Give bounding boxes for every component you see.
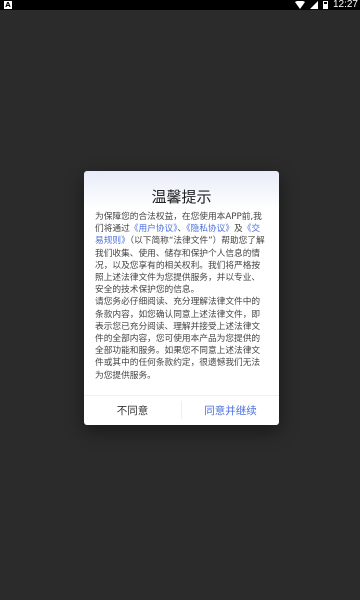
status-time: 12:27 xyxy=(332,0,358,10)
privacy-dialog: 温馨提示 为保障您的合法权益，在您使用本APP前,我们将通过《用户协议》、《隐私… xyxy=(84,171,279,425)
wifi-icon xyxy=(294,1,305,9)
dialog-title: 温馨提示 xyxy=(151,188,212,206)
battery-icon xyxy=(322,1,328,9)
dialog-paragraph-2: 请您务必仔细阅读、充分理解法律文件中的条款内容，如您确认同意上述法律文件，即表示… xyxy=(95,297,261,381)
dialog-text: 及 xyxy=(234,224,243,235)
status-bar: A 12:27 xyxy=(0,0,360,10)
user-agreement-link[interactable]: 《用户协议》 xyxy=(130,224,178,234)
agree-continue-button[interactable]: 同意并继续 xyxy=(182,395,279,425)
signal-icon xyxy=(309,1,318,9)
disagree-button[interactable]: 不同意 xyxy=(84,395,181,425)
status-bar-right: 12:27 xyxy=(294,0,358,10)
status-bar-left: A xyxy=(4,0,12,10)
dialog-actions: 不同意 同意并继续 xyxy=(84,395,279,425)
notification-badge-icon: A xyxy=(4,1,12,9)
privacy-agreement-link[interactable]: 《隐私协议》 xyxy=(186,224,234,234)
dialog-text: 、 xyxy=(177,224,187,235)
dialog-paragraph-1: 为保障您的合法权益，在您使用本APP前,我们将通过《用户协议》、《隐私协议》及《… xyxy=(95,211,268,296)
dialog-body: 为保障您的合法权益，在您使用本APP前,我们将通过《用户协议》、《隐私协议》及《… xyxy=(95,211,268,382)
